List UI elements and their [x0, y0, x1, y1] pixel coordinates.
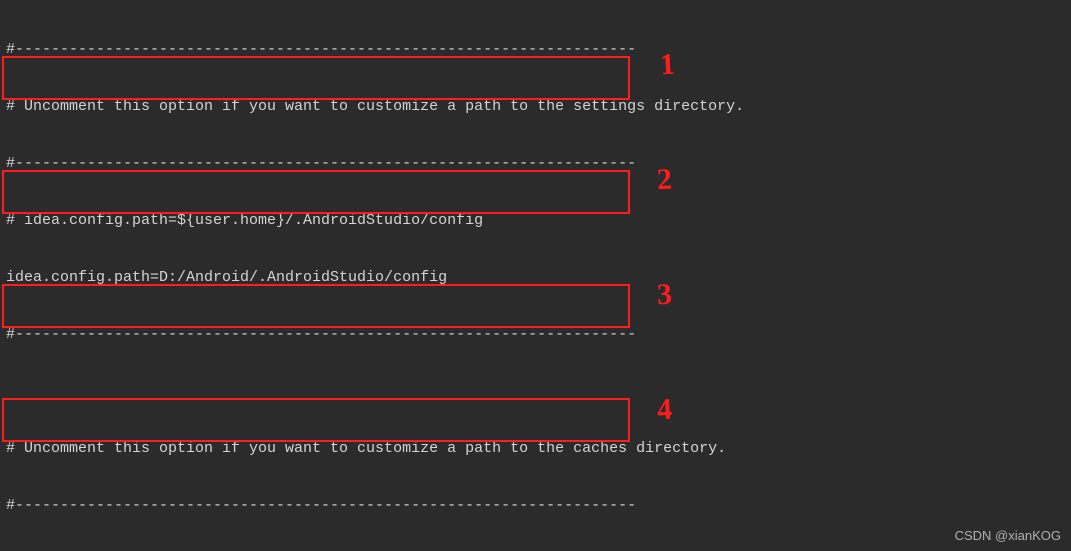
highlight-box-1: [2, 56, 630, 100]
annotation-4: 4: [657, 400, 673, 420]
highlight-box-3: [2, 284, 630, 328]
annotation-3: 3: [657, 285, 673, 305]
code-line: # Uncomment this option if you want to c…: [6, 97, 1071, 116]
code-line: #---------------------------------------…: [6, 325, 1071, 344]
code-line: # Uncomment this option if you want to c…: [6, 439, 1071, 458]
code-line: #---------------------------------------…: [6, 496, 1071, 515]
annotation-2: 2: [657, 170, 673, 190]
code-line: # idea.config.path=${user.home}/.Android…: [6, 211, 1071, 230]
highlight-box-4: [2, 398, 630, 442]
code-line: #---------------------------------------…: [6, 40, 1071, 59]
annotation-1: 1: [660, 55, 676, 75]
highlight-box-2: [2, 170, 630, 214]
code-line: [6, 382, 1071, 401]
code-editor[interactable]: #---------------------------------------…: [0, 0, 1071, 551]
code-line: idea.config.path=D:/Android/.AndroidStud…: [6, 268, 1071, 287]
code-line: #---------------------------------------…: [6, 154, 1071, 173]
watermark: CSDN @xianKOG: [955, 526, 1061, 545]
